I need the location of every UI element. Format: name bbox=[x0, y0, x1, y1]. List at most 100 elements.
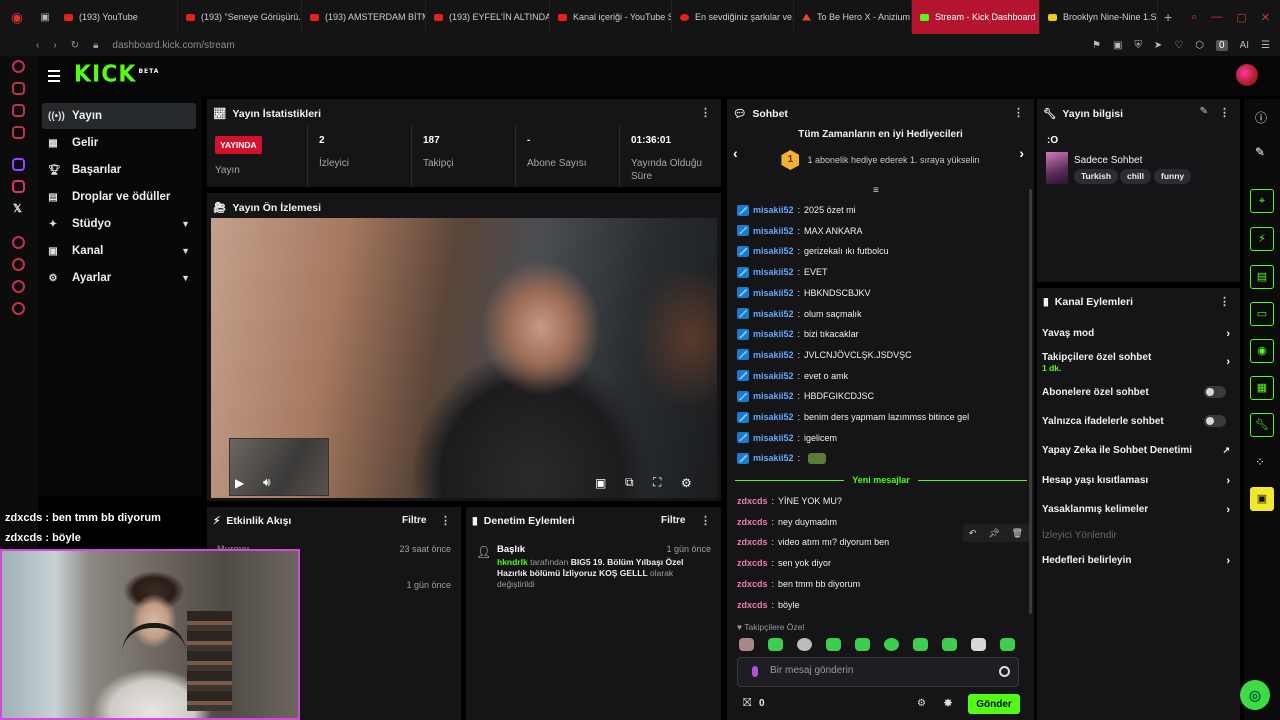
fullscreen-icon[interactable]: ⛶ bbox=[653, 475, 661, 490]
toggle-switch[interactable] bbox=[1204, 386, 1226, 398]
menu-icon[interactable]: ☰ bbox=[1261, 40, 1270, 51]
search-icon[interactable]: ⌕ bbox=[1191, 11, 1197, 24]
filter-button[interactable]: Filtre bbox=[402, 515, 426, 526]
bolt-icon[interactable]: ⚡︎ bbox=[1250, 227, 1274, 251]
channel-action-item[interactable]: Hesap yaşı kısıtlaması › bbox=[1042, 475, 1234, 487]
sidebar-app-icon[interactable] bbox=[12, 126, 25, 139]
extensions-icon[interactable]: ⬡ bbox=[1195, 40, 1204, 51]
chat-username[interactable]: zdxcds bbox=[737, 558, 768, 568]
support-fab-icon[interactable]: ◎ bbox=[1240, 680, 1270, 710]
layout-icon[interactable]: ▦ bbox=[1250, 376, 1274, 400]
wrench-icon[interactable]: 🔧︎ bbox=[1250, 413, 1274, 437]
chat-message[interactable]: misakii52: gerizekalı ıkı futbolcu bbox=[737, 243, 889, 259]
chat-message[interactable]: misakii52: benim ders yapmam lazımmss bit… bbox=[737, 409, 969, 425]
clapper-icon[interactable]: ▣ bbox=[1250, 487, 1274, 511]
reply-icon[interactable]: ↶ bbox=[969, 528, 977, 539]
chat-scrollbar[interactable] bbox=[1029, 189, 1032, 614]
settings-icon[interactable] bbox=[12, 302, 25, 315]
tab-actions-icon[interactable]: ▣ bbox=[34, 12, 56, 23]
pinned-collapse-icon[interactable]: ≡ bbox=[873, 185, 879, 196]
chat-username[interactable]: zdxcds bbox=[737, 579, 768, 589]
emote-icon[interactable] bbox=[855, 638, 870, 651]
chat-message[interactable]: misakii52: evet o amk bbox=[737, 368, 848, 384]
new-tab-icon[interactable]: + bbox=[1164, 9, 1172, 25]
back-icon[interactable]: ‹ bbox=[36, 40, 39, 51]
trash-icon[interactable]: 🗑︎ bbox=[1012, 528, 1023, 539]
chat-message[interactable]: zdxcds: ney duymadım bbox=[737, 514, 837, 530]
more-options-icon[interactable]: ⋮ bbox=[1013, 106, 1024, 119]
emote-icon[interactable] bbox=[739, 638, 754, 651]
pin-icon[interactable]: 📌︎ bbox=[988, 528, 999, 539]
nav-item-kanal[interactable]: ▣ Kanal ▼ bbox=[42, 238, 196, 264]
bookmark-icon[interactable]: ⚑ bbox=[1092, 40, 1101, 51]
chat-username[interactable]: misakii52 bbox=[753, 246, 794, 256]
send-button[interactable]: Gönder bbox=[968, 694, 1020, 714]
gear-icon[interactable]: ⚙ bbox=[681, 476, 692, 490]
browser-tab[interactable]: (193) "Seneye Görüşürü... bbox=[178, 0, 302, 34]
url-field[interactable]: dashboard.kick.com/stream bbox=[112, 40, 234, 51]
nav-item-studyo[interactable]: ✦ Stüdyo ▼ bbox=[42, 211, 196, 237]
chat-username[interactable]: misakii52 bbox=[753, 350, 794, 360]
chat-username[interactable]: misakii52 bbox=[753, 453, 794, 463]
browser-tab[interactable]: Brooklyn Nine-Nine 1.Se... bbox=[1040, 0, 1158, 34]
chat-message[interactable]: zdxcds: sen yok diyor bbox=[737, 555, 831, 571]
sidebar-app-icon[interactable] bbox=[12, 236, 25, 249]
emote-icon[interactable] bbox=[1000, 638, 1015, 651]
more-options-icon[interactable]: ⋮ bbox=[700, 514, 711, 527]
hamburger-icon[interactable] bbox=[48, 70, 60, 85]
forward-icon[interactable]: › bbox=[53, 40, 56, 51]
sidebar-app-icon[interactable] bbox=[12, 280, 25, 293]
browser-tab[interactable]: (193) AMSTERDAM BİTM... bbox=[302, 0, 426, 34]
nav-item-basarilar[interactable]: 🏆︎ Başarılar bbox=[42, 157, 196, 183]
kick-logo[interactable]: KICK BETA bbox=[74, 61, 159, 87]
shield-icon[interactable]: ⛨ bbox=[1134, 40, 1142, 51]
chat-message[interactable]: misakii52: bbox=[737, 450, 827, 466]
send-icon[interactable]: ➤ bbox=[1154, 40, 1162, 51]
emote-icon[interactable] bbox=[913, 638, 928, 651]
chat-username[interactable]: misakii52 bbox=[753, 288, 794, 298]
chat-username[interactable]: misakii52 bbox=[753, 412, 794, 422]
play-icon[interactable]: ▶ bbox=[235, 476, 244, 490]
nav-item-droplar[interactable]: ▤ Droplar ve ödüller bbox=[42, 184, 196, 210]
chat-message[interactable]: misakii52: bizi tıkacaklar bbox=[737, 326, 859, 342]
ai-button[interactable]: AI bbox=[1240, 40, 1249, 51]
chat-username[interactable]: zdxcds bbox=[737, 537, 768, 547]
chevron-right-icon[interactable]: › bbox=[1019, 145, 1024, 161]
document-icon[interactable]: ▤ bbox=[1250, 265, 1274, 289]
nav-item-gelir[interactable]: ▦ Gelir bbox=[42, 130, 196, 156]
avatar[interactable] bbox=[1236, 64, 1258, 86]
sidebar-app-icon[interactable] bbox=[12, 60, 25, 73]
chat-username[interactable]: zdxcds bbox=[737, 517, 768, 527]
volume-icon[interactable]: 🔊︎ bbox=[263, 475, 271, 490]
browser-logo-icon[interactable]: ◉ bbox=[0, 9, 34, 26]
minimize-icon[interactable]: — bbox=[1211, 11, 1222, 24]
chat-username[interactable]: misakii52 bbox=[753, 226, 794, 236]
chat-input[interactable] bbox=[770, 665, 990, 676]
dots-icon[interactable]: ⁘ bbox=[1255, 455, 1265, 469]
more-options-icon[interactable]: ⋮ bbox=[1219, 295, 1230, 308]
broadcast-icon[interactable]: ◉ bbox=[1250, 339, 1274, 363]
chat-message[interactable]: misakii52: HBDFGIKCDJSC bbox=[737, 388, 874, 404]
channel-action-item[interactable]: Hedefleri belirleyin › bbox=[1042, 555, 1234, 567]
close-icon[interactable]: ✕ bbox=[1261, 11, 1270, 24]
nav-item-ayarlar[interactable]: ⚙ Ayarlar ▼ bbox=[42, 265, 196, 291]
history-icon[interactable] bbox=[12, 258, 25, 271]
chat-message[interactable]: zdxcds: böyle bbox=[737, 597, 800, 613]
chat-username[interactable]: misakii52 bbox=[753, 309, 794, 319]
emote-icon[interactable] bbox=[797, 638, 812, 651]
more-options-icon[interactable]: ⋮ bbox=[1219, 106, 1230, 119]
browser-tab[interactable]: (193) YouTube bbox=[56, 0, 178, 34]
chevron-left-icon[interactable]: ‹ bbox=[733, 145, 738, 161]
channel-action-item[interactable]: Yasaklanmış kelimeler › bbox=[1042, 504, 1234, 516]
emote-icon[interactable] bbox=[884, 638, 899, 651]
chat-message[interactable]: misakii52: JVLCNJÖVCLŞK.JSDVŞC bbox=[737, 347, 912, 363]
chat-icon[interactable]: ▭ bbox=[1250, 302, 1274, 326]
chat-username[interactable]: misakii52 bbox=[753, 267, 794, 277]
nav-item-yayin[interactable]: ((•)) Yayın bbox=[42, 103, 196, 129]
browser-tab[interactable]: (193) EYFEL'İN ALTINDA... bbox=[426, 0, 550, 34]
channel-action-item[interactable]: Yavaş mod › bbox=[1042, 328, 1234, 340]
extension-badge[interactable]: 0 bbox=[1216, 39, 1228, 51]
chat-message[interactable]: misakii52: HBKNDSCBJKV bbox=[737, 285, 871, 301]
browser-tab[interactable]: To Be Hero X - Anizium bbox=[794, 0, 912, 34]
chat-username[interactable]: zdxcds bbox=[737, 600, 768, 610]
